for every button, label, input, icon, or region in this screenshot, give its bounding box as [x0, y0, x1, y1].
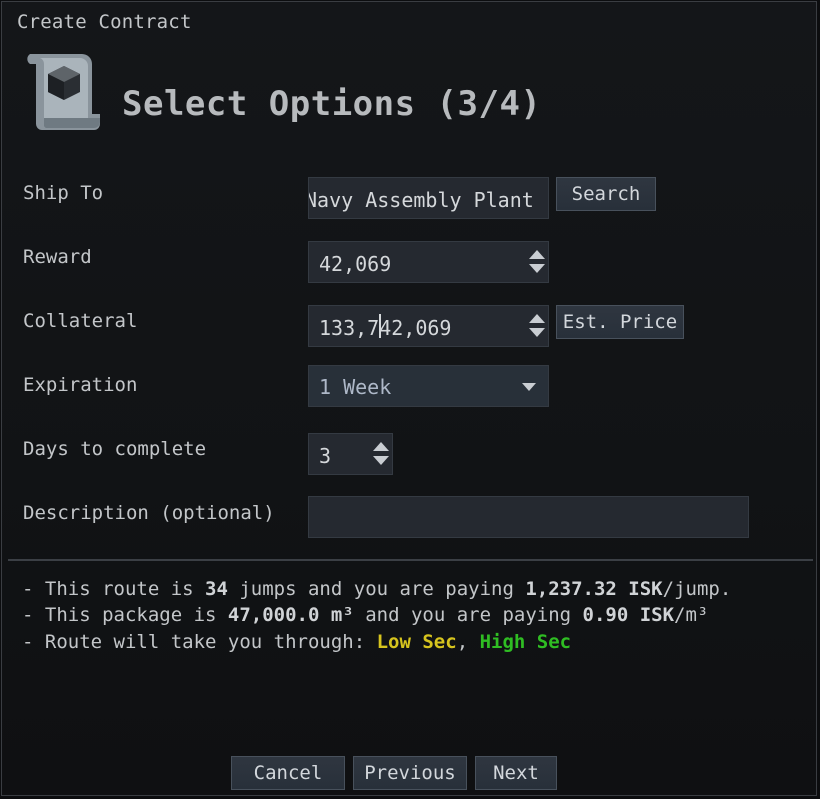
next-button[interactable]: Next: [475, 756, 557, 790]
est-price-button[interactable]: Est. Price: [556, 305, 684, 339]
route-info: - This route is 34 jumps and you are pay…: [22, 578, 732, 600]
reward-up-arrow-icon[interactable]: [529, 250, 545, 259]
reward-value: 42,069: [319, 252, 392, 276]
reward-input[interactable]: 42,069: [308, 241, 549, 283]
collateral-spinner[interactable]: [529, 314, 545, 340]
ship-to-input[interactable]: Navy Assembly Plant: [308, 177, 549, 219]
expiration-label: Expiration: [23, 374, 138, 396]
collateral-up-arrow-icon[interactable]: [529, 314, 545, 323]
search-button[interactable]: Search: [556, 177, 656, 211]
previous-button[interactable]: Previous: [353, 756, 467, 790]
reward-label: Reward: [23, 246, 92, 268]
window-title: Create Contract: [17, 11, 192, 33]
low-sec-label: Low Sec: [376, 631, 457, 653]
collateral-down-arrow-icon[interactable]: [529, 328, 545, 337]
page-title: Select Options (3/4): [122, 84, 542, 124]
expiration-value: 1 Week: [319, 375, 392, 399]
cancel-button[interactable]: Cancel: [231, 756, 345, 790]
ship-to-label: Ship To: [23, 182, 104, 204]
collateral-label: Collateral: [23, 310, 138, 332]
ship-to-value: Navy Assembly Plant: [308, 188, 534, 212]
days-value: 3: [319, 444, 332, 468]
text-cursor: [379, 314, 381, 338]
expiration-select[interactable]: 1 Week: [308, 365, 549, 407]
collateral-value: 133,742,069: [319, 316, 452, 340]
days-input[interactable]: 3: [308, 433, 393, 475]
contract-scroll-cube-icon: [27, 54, 101, 130]
route-security-info: - Route will take you through: Low Sec, …: [22, 631, 572, 653]
description-label: Description (optional): [23, 502, 275, 524]
reward-spinner[interactable]: [529, 250, 545, 276]
collateral-input[interactable]: 133,742,069: [308, 305, 549, 347]
description-input[interactable]: [308, 496, 749, 538]
divider: [8, 559, 813, 561]
chevron-down-icon: [522, 383, 536, 391]
days-spinner[interactable]: [373, 442, 389, 468]
days-up-arrow-icon[interactable]: [373, 442, 389, 451]
days-label: Days to complete: [23, 438, 207, 460]
package-info: - This package is 47,000.0 m³ and you ar…: [22, 604, 709, 626]
high-sec-label: High Sec: [479, 631, 572, 653]
reward-down-arrow-icon[interactable]: [529, 264, 545, 273]
days-down-arrow-icon[interactable]: [373, 456, 389, 465]
create-contract-window: Create Contract Select Options (3/4) Shi…: [1, 1, 817, 796]
